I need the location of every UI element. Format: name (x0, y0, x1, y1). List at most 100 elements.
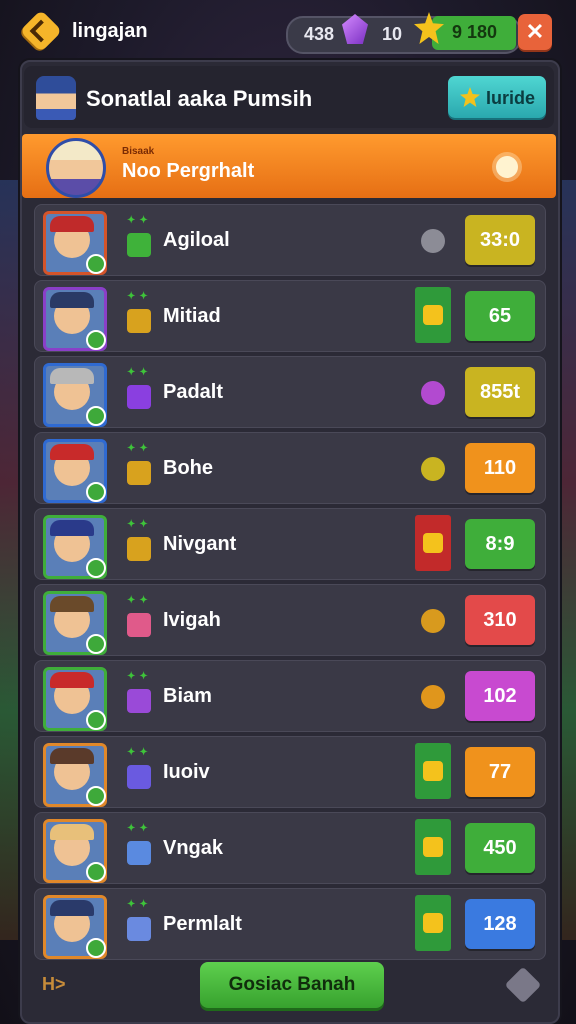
rank-mark: ✦✦ (127, 215, 152, 226)
table-row[interactable]: ✦✦ Nivgant 8:9 (34, 508, 546, 580)
table-row[interactable]: ✦✦ Bohe 110 (34, 432, 546, 504)
score-badge: 8:9 (465, 519, 535, 569)
panel-header: Sonatlal aaka Pumsih Iuride (24, 66, 554, 128)
close-button[interactable]: ✕ (518, 14, 552, 50)
avatar-hat (50, 748, 94, 764)
my-player-name: Noo Pergrhalt (122, 160, 255, 182)
panel-title: Sonatlal aaka Pumsih (86, 86, 313, 111)
level-badge (86, 254, 106, 274)
avatar-hat (50, 672, 94, 688)
invite-button[interactable]: Iuride (448, 76, 546, 118)
table-row[interactable]: ✦✦ Permlalt 128 (34, 888, 546, 960)
reward-icon (423, 837, 443, 857)
primary-action-button[interactable]: Gosiac Banah (200, 962, 384, 1008)
avatar (43, 895, 107, 959)
avatar-hat (50, 368, 94, 384)
diamond-icon[interactable] (504, 966, 542, 1004)
item-icon (127, 537, 151, 561)
level-badge (86, 710, 106, 730)
score-badge: 128 (465, 899, 535, 949)
star-icon (460, 87, 480, 107)
avatar-hat (50, 824, 94, 840)
reward-icon (423, 533, 443, 553)
rank-mark: ✦✦ (127, 367, 152, 378)
table-row[interactable]: ✦✦ Mitiad 65 (34, 280, 546, 352)
reward-card[interactable] (415, 819, 451, 875)
item-icon (127, 841, 151, 865)
avatar (46, 138, 106, 198)
player-name: Iuoiv (163, 761, 210, 783)
my-rank-label: Bisaak (122, 146, 155, 157)
avatar-hat (50, 292, 94, 308)
avatar-hat (50, 216, 94, 232)
player-name: Vngak (163, 837, 224, 859)
back-button[interactable] (19, 9, 63, 53)
player-name: Nivgant (163, 533, 237, 555)
item-icon (127, 613, 151, 637)
footer-left-label[interactable]: H> (42, 974, 66, 995)
avatar (43, 591, 107, 655)
rank-mark: ✦✦ (127, 899, 152, 910)
level-badge (86, 406, 106, 426)
rank-mark: ✦✦ (127, 823, 152, 834)
reward-icon (423, 913, 443, 933)
rank-mark: ✦✦ (127, 595, 152, 606)
level-badge (86, 558, 106, 578)
rank-mark: ✦✦ (127, 671, 152, 682)
badge-icon (421, 457, 445, 481)
item-icon (127, 917, 151, 941)
badge-icon (421, 685, 445, 709)
top-bar: lingajan 438 10 9 180 ✕ (0, 0, 576, 64)
item-icon (127, 765, 151, 789)
reward-icon (423, 761, 443, 781)
table-row[interactable]: ✦✦ Padalt 855t (34, 356, 546, 428)
reward-card[interactable] (415, 895, 451, 951)
item-icon (127, 309, 151, 333)
table-row[interactable]: ✦✦ Agiloal 33:0 (34, 204, 546, 276)
level-badge (86, 786, 106, 806)
player-name: Bohe (163, 457, 213, 479)
score-badge: 450 (465, 823, 535, 873)
item-icon (127, 233, 151, 257)
item-icon (127, 461, 151, 485)
player-name: Ivigah (163, 609, 221, 631)
player-name: Permlalt (163, 913, 242, 935)
avatar-hat (50, 900, 94, 916)
my-rank-row[interactable]: Bisaak Noo Pergrhalt (22, 134, 556, 198)
table-row[interactable]: ✦✦ Vngak 450 (34, 812, 546, 884)
score-badge: 102 (465, 671, 535, 721)
score-badge: 110 (465, 443, 535, 493)
player-name: Mitiad (163, 305, 221, 327)
rank-mark: ✦✦ (127, 443, 152, 454)
currency-left-value: 438 (304, 24, 335, 44)
reward-card[interactable] (415, 743, 451, 799)
leaderboard-panel: Sonatlal aaka Pumsih Iuride Bisaak Noo P… (20, 60, 560, 1024)
invite-label: Iuride (486, 88, 536, 108)
screen-title: lingajan (72, 20, 148, 42)
reward-icon (423, 305, 443, 325)
panel-footer: H> Gosiac Banah (24, 954, 554, 1016)
currency-green-value: 9 180 (452, 22, 498, 42)
avatar (43, 667, 107, 731)
table-row[interactable]: ✦✦ Biam 102 (34, 660, 546, 732)
reward-card[interactable] (415, 515, 451, 571)
table-row[interactable]: ✦✦ Iuoiv 77 (34, 736, 546, 808)
gear-icon[interactable] (496, 156, 518, 178)
reward-card[interactable] (415, 287, 451, 343)
level-badge (86, 862, 106, 882)
rank-mark: ✦✦ (127, 747, 152, 758)
badge-icon (421, 609, 445, 633)
rank-mark: ✦✦ (127, 519, 152, 530)
currency-mid-value: 10 (382, 24, 403, 44)
score-badge: 33:0 (465, 215, 535, 265)
avatar (43, 211, 107, 275)
score-badge: 855t (465, 367, 535, 417)
back-icon (29, 19, 53, 43)
avatar-hat (50, 520, 94, 536)
currency-bar: 438 10 9 180 (286, 12, 522, 54)
badge-icon (421, 381, 445, 405)
table-row[interactable]: ✦✦ Ivigah 310 (34, 584, 546, 656)
avatar (43, 363, 107, 427)
avatar (43, 819, 107, 883)
currency-green-pill[interactable]: 9 180 (432, 16, 516, 50)
